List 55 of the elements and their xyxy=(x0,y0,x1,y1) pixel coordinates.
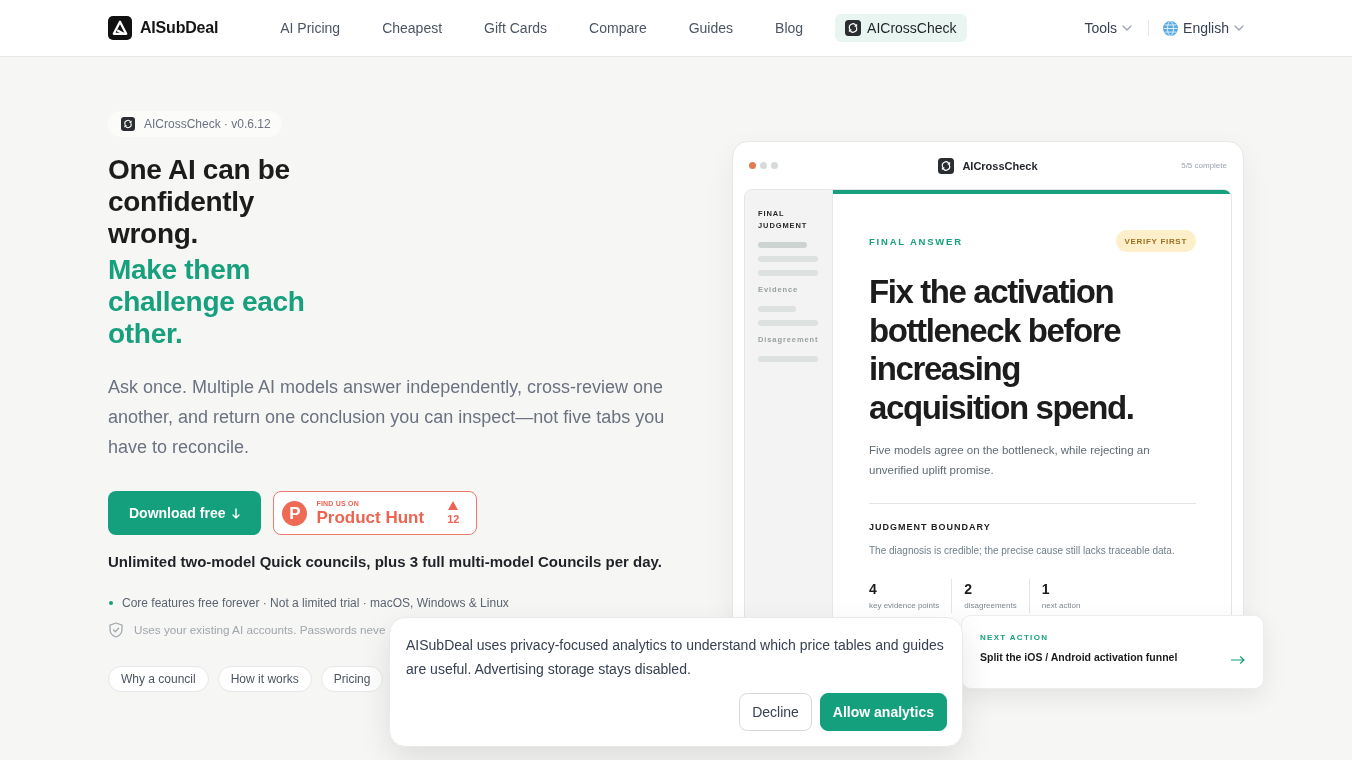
consent-text: AISubDeal uses privacy-focused analytics to understand which price tables and guides are useful. Advertising storage stays disabled. xyxy=(406,636,945,679)
stat-value: 1 xyxy=(1041,580,1051,599)
menu-dropdown[interactable]: Tools xyxy=(1084,20,1133,36)
arrow-down-icon xyxy=(232,507,241,519)
upvote-triangle-icon xyxy=(448,501,459,510)
card-text: Split the iOS / Android activation funnel xyxy=(980,649,1178,664)
stat-label: next action xyxy=(1041,600,1081,612)
version-text: AICrossCheck · v0.6.12 xyxy=(144,117,271,131)
card-eyebrow: NEXT ACTION xyxy=(980,632,1050,643)
headline-accent: Make them challenge each other. xyxy=(108,254,306,350)
nav-link[interactable]: Compare xyxy=(579,14,657,42)
note-text: Core features free forever · Not a limited trial · macOS, Windows & Linux xyxy=(122,595,509,611)
logo-link[interactable]: AISubDeal xyxy=(108,16,219,40)
shield-check-icon xyxy=(109,622,123,638)
cycle-arrows-icon xyxy=(845,20,862,36)
arrow-right-icon xyxy=(1231,656,1245,664)
nav-link[interactable]: Cheapest xyxy=(372,14,453,42)
language-dropdown[interactable]: English xyxy=(1163,20,1244,36)
headline: One AI can be confidently wrong. xyxy=(108,154,291,250)
chevron-down-icon xyxy=(1122,25,1133,31)
boundary-text: The diagnosis is credible; the precise cause still lacks traceable data. xyxy=(869,544,1176,558)
section-title: JUDGMENT BOUNDARY xyxy=(869,521,992,533)
placeholder-bar xyxy=(758,242,807,248)
stat-value: 4 xyxy=(869,580,878,599)
stat-value: 2 xyxy=(964,580,974,599)
answer-summary: Five models agree on the bottleneck, while rejecting an unverified uplift promise. xyxy=(869,443,1151,478)
section-chip[interactable]: How it works xyxy=(217,666,312,692)
offer-text: Unlimited two-model Quick councils, plus 3 full multi-model Councils per day. xyxy=(108,552,663,572)
cycle-arrows-icon xyxy=(121,117,135,131)
nav-link[interactable]: AICrossCheck xyxy=(835,14,967,42)
chevron-down-icon xyxy=(1234,25,1244,31)
cycle-arrows-icon xyxy=(938,157,955,174)
section-chip[interactable]: Pricing xyxy=(320,666,384,692)
app-title: AICrossCheck xyxy=(962,159,1038,172)
note-text: Uses your existing AI accounts. Passwords neve xyxy=(134,622,386,638)
lead-paragraph: Ask once. Multiple AI models answer independently, cross-review one another, and return one conclusion you can inspect—not five tabs you have to reconcile. xyxy=(108,376,666,459)
status-text: 5/5 complete xyxy=(1181,161,1227,170)
nav-link[interactable]: AI Pricing xyxy=(270,14,351,42)
window-controls-icon xyxy=(749,162,778,169)
answer-headline: Fix the activation bottleneck before increasing acquisition spend. xyxy=(869,273,1135,427)
stat-label: disagreements xyxy=(964,600,1017,612)
nav-link[interactable]: Blog xyxy=(765,14,814,42)
globe-icon xyxy=(1163,20,1179,36)
section-chip[interactable]: Why a council xyxy=(108,666,209,692)
nav-link[interactable]: Gift Cards xyxy=(474,14,558,42)
vote-count: 12 xyxy=(447,514,460,525)
nav-link[interactable]: Guides xyxy=(678,14,744,42)
status-badge: VERIFY FIRST xyxy=(1115,230,1196,252)
stat-label: key evidence points xyxy=(869,600,940,612)
logo-icon xyxy=(108,16,132,40)
badge-title: Product Hunt xyxy=(316,507,425,527)
decline-button[interactable]: Decline xyxy=(739,693,812,731)
section-eyebrow: FINAL ANSWER xyxy=(869,235,963,247)
product-hunt-logo: P xyxy=(282,500,308,526)
bullet-dot-icon xyxy=(109,601,113,605)
